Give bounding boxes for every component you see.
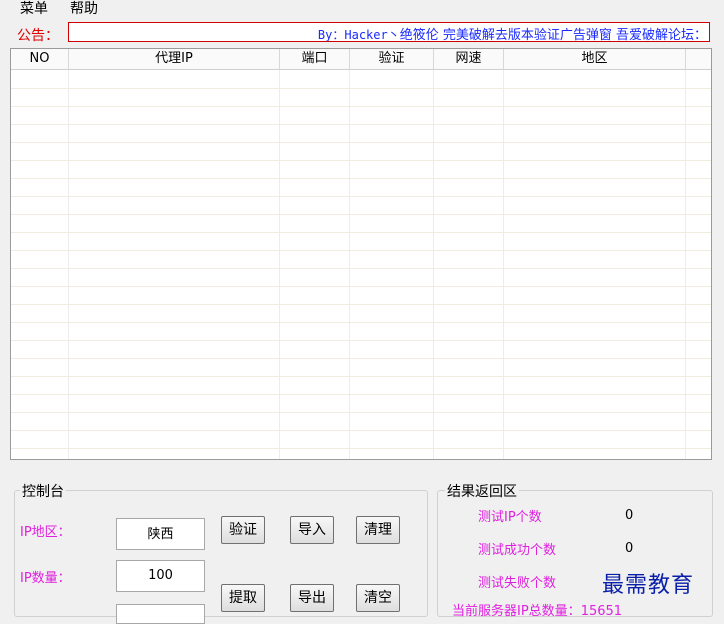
- region-input[interactable]: 陕西: [116, 518, 205, 550]
- grid-header: NO 代理IP 端口 验证 网速 地区: [11, 49, 711, 70]
- region-label: IP地区：: [20, 525, 71, 540]
- grid-row-line: [11, 142, 711, 143]
- grid-row-line: [11, 178, 711, 179]
- grid-row-line: [11, 430, 711, 431]
- tested-count-label: 测试IP个数: [478, 510, 542, 525]
- grid-row-line: [11, 124, 711, 125]
- grid-row-line: [11, 286, 711, 287]
- column-header-no[interactable]: NO: [11, 49, 69, 69]
- count-label: IP数量：: [20, 571, 71, 586]
- column-header-filler: [686, 49, 711, 69]
- watermark-text: 最需教育: [602, 573, 695, 598]
- grid-row-line: [11, 322, 711, 323]
- grid-body: [11, 70, 711, 459]
- export-button[interactable]: 导出: [290, 584, 334, 612]
- grid-row-line: [11, 358, 711, 359]
- extra-input[interactable]: [116, 604, 205, 624]
- column-header-verify[interactable]: 验证: [350, 49, 434, 69]
- grid-row-line: [11, 268, 711, 269]
- verify-button[interactable]: 验证: [221, 516, 265, 544]
- grid-row-line: [11, 304, 711, 305]
- menu-item-menu[interactable]: 菜单: [18, 0, 50, 18]
- grid-row-line: [11, 214, 711, 215]
- column-header-region[interactable]: 地区: [504, 49, 686, 69]
- fetch-button[interactable]: 提取: [221, 584, 265, 612]
- clear-button[interactable]: 清空: [356, 584, 400, 612]
- column-header-proxy-ip[interactable]: 代理IP: [69, 49, 280, 69]
- tested-count-value: 0: [625, 508, 634, 523]
- clean-button[interactable]: 清理: [356, 516, 400, 544]
- notice-text-prefix: By：Hacker丶: [317, 28, 400, 42]
- notice-text-body: 绝筱伦 完美破解去版本验证广告弹窗 吾爱破解论坛：: [399, 28, 707, 42]
- notice-marquee: By：Hacker丶绝筱伦 完美破解去版本验证广告弹窗 吾爱破解论坛：: [68, 22, 710, 42]
- grid-row-line: [11, 196, 711, 197]
- menu-item-help[interactable]: 帮助: [68, 0, 100, 18]
- import-button[interactable]: 导入: [290, 516, 334, 544]
- grid-row-line: [11, 376, 711, 377]
- notice-label: 公告：: [17, 28, 59, 44]
- grid-row-line: [11, 250, 711, 251]
- grid-row-line: [11, 412, 711, 413]
- menu-bar: 菜单 帮助: [0, 0, 724, 22]
- column-header-speed[interactable]: 网速: [434, 49, 504, 69]
- server-total-value: 15651: [580, 604, 623, 619]
- success-count-value: 0: [625, 541, 634, 556]
- results-title: 结果返回区: [445, 481, 519, 501]
- column-header-port[interactable]: 端口: [280, 49, 350, 69]
- grid-row-line: [11, 88, 711, 89]
- grid-row-line: [11, 394, 711, 395]
- notice-text: By：Hacker丶绝筱伦 完美破解去版本验证广告弹窗 吾爱破解论坛：: [317, 24, 707, 42]
- grid-row-line: [11, 232, 711, 233]
- grid-row-line: [11, 340, 711, 341]
- proxy-list-grid[interactable]: NO 代理IP 端口 验证 网速 地区: [10, 48, 712, 460]
- console-title: 控制台: [20, 481, 66, 501]
- fail-count-label: 测试失败个数: [478, 576, 557, 591]
- grid-row-line: [11, 448, 711, 449]
- success-count-label: 测试成功个数: [478, 543, 557, 558]
- grid-row-line: [11, 160, 711, 161]
- grid-row-line: [11, 106, 711, 107]
- count-input[interactable]: 100: [116, 560, 205, 592]
